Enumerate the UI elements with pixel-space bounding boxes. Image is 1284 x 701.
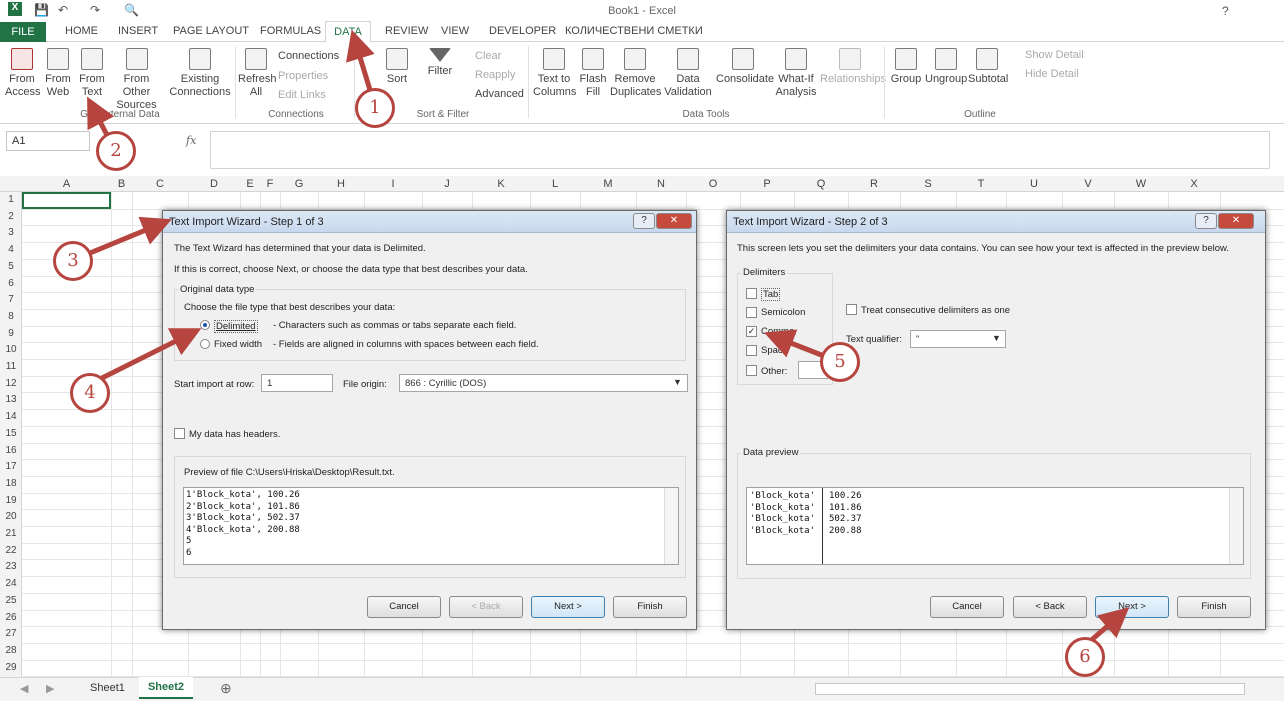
step-marker: 3 — [53, 241, 93, 281]
step-marker: 4 — [70, 373, 110, 413]
arrow — [100, 328, 202, 381]
step-marker: 2 — [96, 131, 136, 171]
step-marker: 1 — [355, 88, 395, 128]
arrow — [89, 216, 172, 256]
step-marker: 6 — [1065, 637, 1105, 677]
annotation-arrows — [87, 29, 1130, 645]
arrow — [346, 29, 375, 91]
step-marker: 5 — [820, 342, 860, 382]
arrow — [764, 329, 825, 359]
